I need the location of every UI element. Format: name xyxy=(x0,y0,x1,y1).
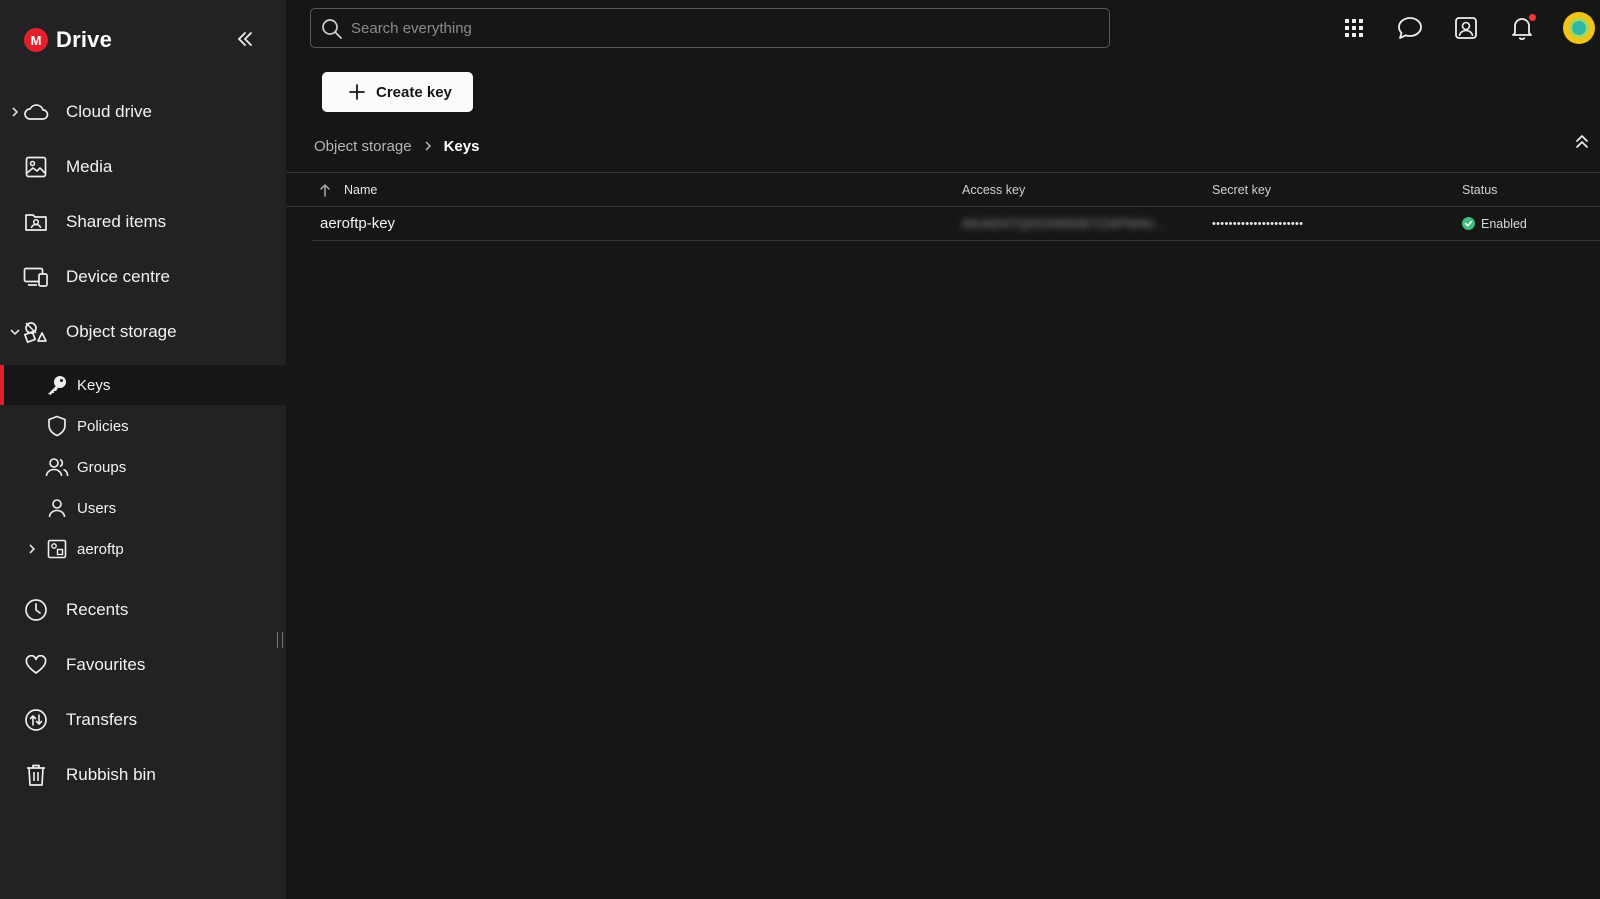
breadcrumb-current: Keys xyxy=(443,137,480,155)
cloud-icon xyxy=(23,99,49,125)
breadcrumb: Object storage Keys xyxy=(314,136,479,156)
sidebar-item-label: Transfers xyxy=(66,710,138,729)
sidebar-item-media[interactable]: Media xyxy=(0,147,286,187)
contacts-button[interactable] xyxy=(1452,14,1480,42)
sidebar-item-favourites[interactable]: Favourites xyxy=(0,645,286,685)
search-icon xyxy=(322,19,342,39)
app-title: Drive xyxy=(56,27,113,52)
sidebar-item-label: Policies xyxy=(77,417,129,435)
chevron-right-icon[interactable] xyxy=(9,106,21,118)
apps-grid-button[interactable] xyxy=(1340,14,1368,42)
apps-grid-icon xyxy=(1345,19,1363,37)
column-header-access-key: Access key xyxy=(962,183,1026,197)
sidebar-item-label: Users xyxy=(77,499,117,517)
sidebar-item-rubbish-bin[interactable]: Rubbish bin xyxy=(0,755,286,795)
user-icon xyxy=(45,496,69,520)
sidebar-item-label: Media xyxy=(66,157,113,176)
status-badge: Enabled xyxy=(1462,207,1527,240)
breadcrumb-object-storage[interactable]: Object storage xyxy=(314,138,412,155)
image-icon xyxy=(23,154,49,180)
clock-icon xyxy=(23,597,49,623)
status-label: Enabled xyxy=(1481,216,1527,231)
sidebar-item-transfers[interactable]: Transfers xyxy=(0,700,286,740)
bucket-icon xyxy=(45,537,69,561)
chat-button[interactable] xyxy=(1396,14,1424,42)
mega-logo-icon: M xyxy=(24,28,48,52)
column-header-status: Status xyxy=(1462,183,1498,197)
chevron-down-icon[interactable] xyxy=(9,326,21,338)
table-row[interactable]: aeroftp-key AKIAD4TQKDXMS5EYZAPNHU... ••… xyxy=(312,207,1600,241)
sidebar-item-label: Recents xyxy=(66,600,129,619)
sidebar-item-cloud-drive[interactable]: Cloud drive xyxy=(0,92,286,132)
sidebar-item-label: Rubbish bin xyxy=(66,765,156,784)
contacts-icon xyxy=(1455,17,1477,39)
chat-icon xyxy=(1398,17,1422,39)
column-header-name[interactable]: Name xyxy=(318,173,377,207)
sidebar-item-label: Keys xyxy=(77,376,111,394)
brand[interactable]: M Drive xyxy=(24,27,112,53)
group-icon xyxy=(45,455,69,479)
chevron-right-icon xyxy=(424,140,432,152)
sidebar-item-policies[interactable]: Policies xyxy=(0,406,286,446)
sidebar-item-label: Groups xyxy=(77,458,127,476)
notification-badge xyxy=(1529,14,1536,21)
trash-icon xyxy=(23,762,49,788)
create-key-button[interactable]: Create key xyxy=(322,72,473,112)
shield-icon xyxy=(45,414,69,438)
devices-icon xyxy=(23,264,49,290)
sidebar-item-label: Object storage xyxy=(66,322,177,341)
transfer-icon xyxy=(23,707,49,733)
chevron-right-icon[interactable] xyxy=(26,543,38,555)
sidebar-item-label: Favourites xyxy=(66,655,146,674)
search-input[interactable] xyxy=(351,9,1091,47)
column-label: Name xyxy=(344,183,378,197)
sidebar-resize-handle[interactable] xyxy=(277,632,283,648)
create-key-label: Create key xyxy=(376,83,452,101)
sort-ascending-icon[interactable] xyxy=(318,183,332,197)
sidebar-item-label: Shared items xyxy=(66,212,167,231)
search-bar[interactable] xyxy=(310,8,1110,48)
object-storage-icon xyxy=(23,319,49,345)
sidebar-item-object-storage[interactable]: Object storage xyxy=(0,312,286,352)
sidebar-item-aeroftp[interactable]: aeroftp xyxy=(0,529,286,569)
plus-icon xyxy=(349,84,365,100)
check-circle-icon xyxy=(1462,217,1475,230)
sidebar-item-label: Device centre xyxy=(66,267,170,286)
sidebar: M Drive Cloud drive Media Shared items D… xyxy=(0,0,286,899)
sidebar-item-groups[interactable]: Groups xyxy=(0,447,286,487)
sidebar-item-label: aeroftp xyxy=(77,540,124,558)
shared-folder-icon xyxy=(23,209,49,235)
double-chevron-up-icon xyxy=(1576,135,1588,148)
collapse-header-button[interactable] xyxy=(1571,130,1593,152)
collapse-sidebar-button[interactable] xyxy=(230,26,260,52)
notifications-button[interactable] xyxy=(1508,14,1536,42)
sidebar-item-device-centre[interactable]: Device centre xyxy=(0,257,286,297)
access-key-value: AKIAD4TQKDXMS5EYZAPNHU... xyxy=(962,216,1167,231)
sidebar-item-recents[interactable]: Recents xyxy=(0,590,286,630)
avatar[interactable] xyxy=(1563,12,1595,44)
sidebar-item-label: Cloud drive xyxy=(66,102,152,121)
double-chevron-left-icon xyxy=(238,32,252,46)
table-header: Name Access key Secret key Status xyxy=(286,172,1600,207)
sidebar-item-users[interactable]: Users xyxy=(0,488,286,528)
sidebar-item-keys[interactable]: Keys xyxy=(0,365,286,405)
heart-icon xyxy=(23,652,49,678)
key-icon xyxy=(45,373,69,397)
column-header-secret-key: Secret key xyxy=(1212,183,1272,197)
secret-key-value: •••••••••••••••••••••• xyxy=(1212,217,1304,230)
sidebar-item-shared-items[interactable]: Shared items xyxy=(0,202,286,242)
key-name: aeroftp-key xyxy=(320,215,396,232)
avatar-image xyxy=(1569,18,1589,38)
